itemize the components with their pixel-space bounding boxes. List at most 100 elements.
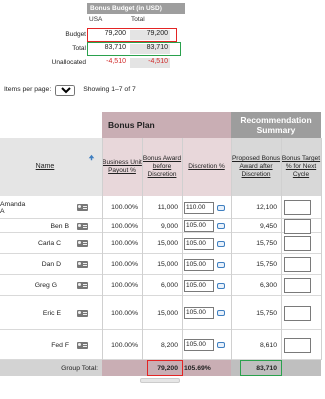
- table-row: Carla C 100.00% 15,000 105.00 15,750: [0, 233, 321, 254]
- employee-name[interactable]: Fed F: [51, 342, 69, 349]
- budget-panel: Bonus Budget (in USD) USA Total: [87, 3, 185, 25]
- name-cell: Carla C: [0, 233, 102, 254]
- contact-card-icon[interactable]: [77, 204, 88, 211]
- discretion-input[interactable]: 105.00: [184, 258, 214, 271]
- target-next-input[interactable]: [284, 218, 311, 234]
- employee-name[interactable]: Carla C: [38, 240, 61, 247]
- items-per-page-select[interactable]: 10: [55, 84, 76, 96]
- contact-card-icon[interactable]: [77, 261, 88, 268]
- target-next-input[interactable]: [284, 278, 311, 293]
- name-cell: Dan D: [0, 254, 102, 275]
- payout-cell: 100.00%: [111, 204, 138, 211]
- payout-cell: 100.00%: [111, 261, 138, 268]
- comment-icon[interactable]: [217, 282, 225, 289]
- award-after-cell: 8,610: [259, 341, 277, 349]
- column-divider: [321, 138, 322, 360]
- award-after-cell: 6,300: [259, 282, 277, 289]
- footer-discretion: 105.69%: [184, 364, 211, 372]
- award-before-cell: 8,200: [160, 341, 178, 349]
- target-next-input[interactable]: [284, 337, 311, 353]
- award-before-cell: 9,000: [160, 222, 178, 230]
- target-cell: [284, 296, 320, 330]
- comment-icon[interactable]: [217, 204, 225, 211]
- target-cell: [284, 275, 320, 296]
- discretion-cell: 110.00: [184, 196, 231, 219]
- discretion-cell: 105.00: [184, 233, 231, 254]
- comment-icon[interactable]: [217, 223, 225, 229]
- table-row: Fed F 100.00% 8,200 105.00 8,610: [0, 330, 321, 360]
- payout-cell: 100.00%: [111, 240, 138, 247]
- payout-cell: 100.00%: [111, 282, 138, 289]
- discretion-input[interactable]: 105.00: [184, 307, 214, 319]
- discretion-input[interactable]: 105.00: [184, 237, 214, 250]
- budget-title: Bonus Budget (in USD): [87, 3, 185, 14]
- bonus-grid: Bonus Plan Recommendation Summary Name B…: [0, 112, 322, 384]
- horizontal-scrollbar[interactable]: [140, 378, 180, 383]
- discretion-cell: 105.00: [184, 254, 231, 275]
- name-cell: Eric E: [0, 296, 102, 330]
- target-cell: [284, 254, 320, 275]
- col-discretion[interactable]: Discretion %: [182, 138, 231, 196]
- target-next-input[interactable]: [284, 305, 311, 321]
- column-divider: [182, 138, 183, 360]
- col-award-after[interactable]: Proposed Bonus Award after Discretion: [231, 138, 281, 196]
- comment-icon[interactable]: [217, 261, 225, 268]
- discretion-input[interactable]: 105.00: [184, 279, 214, 292]
- discretion-input[interactable]: 105.00: [184, 339, 214, 351]
- employee-name[interactable]: Eric E: [43, 310, 61, 317]
- footer-target-bg: [281, 360, 321, 376]
- contact-card-icon[interactable]: [77, 222, 88, 230]
- sort-arrow-icon[interactable]: [88, 154, 95, 161]
- col-award-before[interactable]: Bonus Award before Discretion: [142, 138, 182, 196]
- target-next-input[interactable]: [284, 257, 311, 272]
- bonus-plan-group-header: Bonus Plan: [102, 112, 231, 138]
- col-name[interactable]: Name: [20, 138, 70, 196]
- name-cell: Fed F: [0, 330, 102, 360]
- budget-highlight-red: [87, 28, 177, 42]
- col-payout[interactable]: Business Unit Payout %: [102, 138, 142, 196]
- unallocated-total-value: -4,510: [130, 58, 170, 68]
- contact-card-icon[interactable]: [77, 309, 88, 317]
- table-row: Greg G 100.00% 6,000 105.00 6,300: [0, 275, 321, 296]
- contact-card-icon[interactable]: [77, 341, 88, 349]
- discretion-input[interactable]: 110.00: [184, 201, 214, 214]
- discretion-cell: 105.00: [184, 296, 231, 330]
- comment-icon[interactable]: [217, 342, 225, 348]
- payout-cell: 100.00%: [111, 222, 138, 230]
- discretion-cell: 105.00: [184, 219, 231, 233]
- budget-col-total: Total: [131, 16, 145, 23]
- award-after-cell: 9,450: [259, 222, 277, 230]
- table-row: Amanda A 100.00% 11,000 110.00 12,100: [0, 196, 321, 219]
- award-before-cell: 6,000: [160, 282, 178, 289]
- comment-icon[interactable]: [217, 240, 225, 247]
- table-row: Dan D 100.00% 15,000 105.00 15,750: [0, 254, 321, 275]
- employee-name[interactable]: Ben B: [50, 223, 69, 230]
- award-after-cell: 15,750: [256, 309, 277, 317]
- employee-name[interactable]: Amanda A: [0, 201, 31, 215]
- contact-card-icon[interactable]: [77, 240, 88, 247]
- target-cell: [284, 330, 320, 360]
- name-cell: Greg G: [0, 275, 102, 296]
- award-after-cell: 15,750: [256, 261, 277, 268]
- employee-name[interactable]: Greg G: [35, 282, 57, 289]
- name-cell: Amanda A: [0, 196, 102, 219]
- target-next-input[interactable]: [284, 236, 311, 251]
- total-highlight-green: [87, 42, 181, 56]
- table-row: Ben B 100.00% 9,000 105.00 9,450: [0, 218, 321, 234]
- column-divider: [142, 138, 143, 360]
- employee-name[interactable]: Dan D: [42, 261, 61, 268]
- payout-cell: 100.00%: [111, 309, 138, 317]
- budget-row-label: Budget: [65, 31, 86, 38]
- discretion-input[interactable]: 105.00: [184, 220, 214, 232]
- table-row: Eric E 100.00% 15,000 105.00 15,750: [0, 296, 321, 330]
- comment-icon[interactable]: [217, 310, 225, 316]
- contact-card-icon[interactable]: [77, 282, 88, 289]
- award-after-cell: 12,100: [256, 204, 277, 211]
- award-after-cell: 15,750: [256, 240, 277, 247]
- target-cell: [284, 233, 320, 254]
- target-next-input[interactable]: [284, 200, 311, 215]
- column-divider: [231, 138, 232, 360]
- payout-cell: 100.00%: [111, 341, 138, 349]
- target-cell: [284, 218, 320, 234]
- col-target-next[interactable]: Bonus Target % for Next Cycle: [281, 138, 321, 196]
